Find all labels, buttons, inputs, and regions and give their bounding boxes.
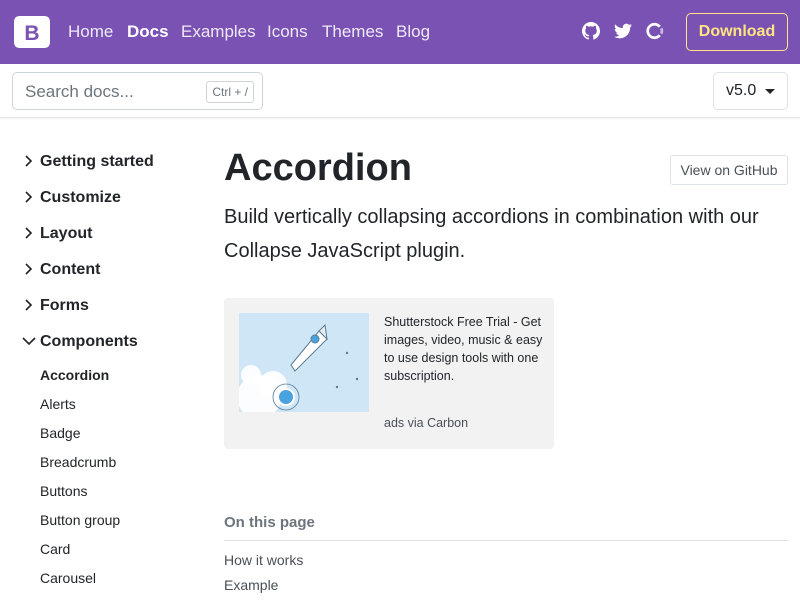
sidebar-group-content[interactable]: Content	[22, 260, 100, 280]
nav-link-blog[interactable]: Blog	[396, 22, 430, 42]
toc-divider	[224, 540, 788, 541]
toc-item-how-it-works[interactable]: How it works	[224, 552, 303, 568]
sidebar-item-breadcrumb[interactable]: Breadcrumb	[40, 453, 116, 471]
page-title: Accordion	[224, 147, 412, 189]
download-button[interactable]: Download	[686, 13, 788, 51]
toc-title: On this page	[224, 514, 315, 531]
opencollective-icon[interactable]	[646, 22, 664, 40]
sidebar-item-carousel[interactable]: Carousel	[40, 569, 96, 587]
sidebar-item-button-group[interactable]: Button group	[40, 511, 120, 529]
sidebar-item-card[interactable]: Card	[40, 540, 70, 558]
sidebar-item-accordion[interactable]: Accordion	[40, 366, 109, 384]
top-navbar: B Home Docs Examples Icons Themes Blog D…	[0, 0, 800, 64]
github-icon[interactable]	[582, 22, 600, 40]
twitter-icon[interactable]	[614, 22, 632, 40]
chevron-down-icon	[22, 337, 36, 345]
toc-item-example[interactable]: Example	[224, 577, 278, 593]
version-dropdown[interactable]: v5.0	[713, 72, 788, 110]
svg-text:B: B	[24, 22, 39, 45]
search-shortcut-badge: Ctrl + /	[206, 81, 254, 103]
ad-attribution[interactable]: ads via Carbon	[384, 416, 468, 430]
sidebar-item-alerts[interactable]: Alerts	[40, 395, 76, 413]
docs-subbar: Search docs... Ctrl + / v5.0	[0, 64, 800, 118]
sidebar-group-label: Content	[40, 261, 101, 278]
chevron-right-icon	[25, 227, 33, 239]
nav-link-docs[interactable]: Docs	[127, 22, 169, 42]
sidebar-group-forms[interactable]: Forms	[22, 296, 89, 316]
search-input[interactable]: Search docs... Ctrl + /	[12, 72, 263, 110]
sidebar-group-label: Customize	[40, 189, 121, 206]
sidebar-group-label: Components	[40, 333, 138, 350]
nav-link-icons[interactable]: Icons	[267, 22, 308, 42]
sidebar-group-getting-started[interactable]: Getting started	[22, 152, 154, 172]
chevron-right-icon	[25, 191, 33, 203]
chevron-right-icon	[25, 155, 33, 167]
nav-link-themes[interactable]: Themes	[322, 22, 383, 42]
view-on-github-button[interactable]: View on GitHub	[670, 155, 788, 185]
ad-image[interactable]	[239, 313, 369, 412]
sidebar-item-buttons[interactable]: Buttons	[40, 482, 87, 500]
sidebar-item-badge[interactable]: Badge	[40, 424, 80, 442]
sidebar-group-label: Layout	[40, 225, 93, 242]
page-lead: Build vertically collapsing accordions i…	[224, 206, 759, 262]
version-label: v5.0	[726, 82, 757, 99]
sidebar-group-customize[interactable]: Customize	[22, 188, 121, 208]
sidebar-group-layout[interactable]: Layout	[22, 224, 92, 244]
carbon-ad: Shutterstock Free Trial - Get images, vi…	[224, 298, 554, 449]
sidebar-group-label: Getting started	[40, 153, 154, 170]
bootstrap-logo[interactable]: B	[12, 14, 52, 50]
sidebar-group-label: Forms	[40, 297, 89, 314]
chevron-right-icon	[25, 299, 33, 311]
chevron-right-icon	[25, 263, 33, 275]
nav-link-examples[interactable]: Examples	[181, 22, 256, 42]
ad-text[interactable]: Shutterstock Free Trial - Get images, vi…	[384, 313, 544, 385]
nav-link-home[interactable]: Home	[68, 22, 113, 42]
chevron-down-icon	[765, 89, 775, 94]
search-placeholder: Search docs...	[25, 82, 134, 101]
sidebar-group-components[interactable]: Components	[22, 332, 138, 352]
